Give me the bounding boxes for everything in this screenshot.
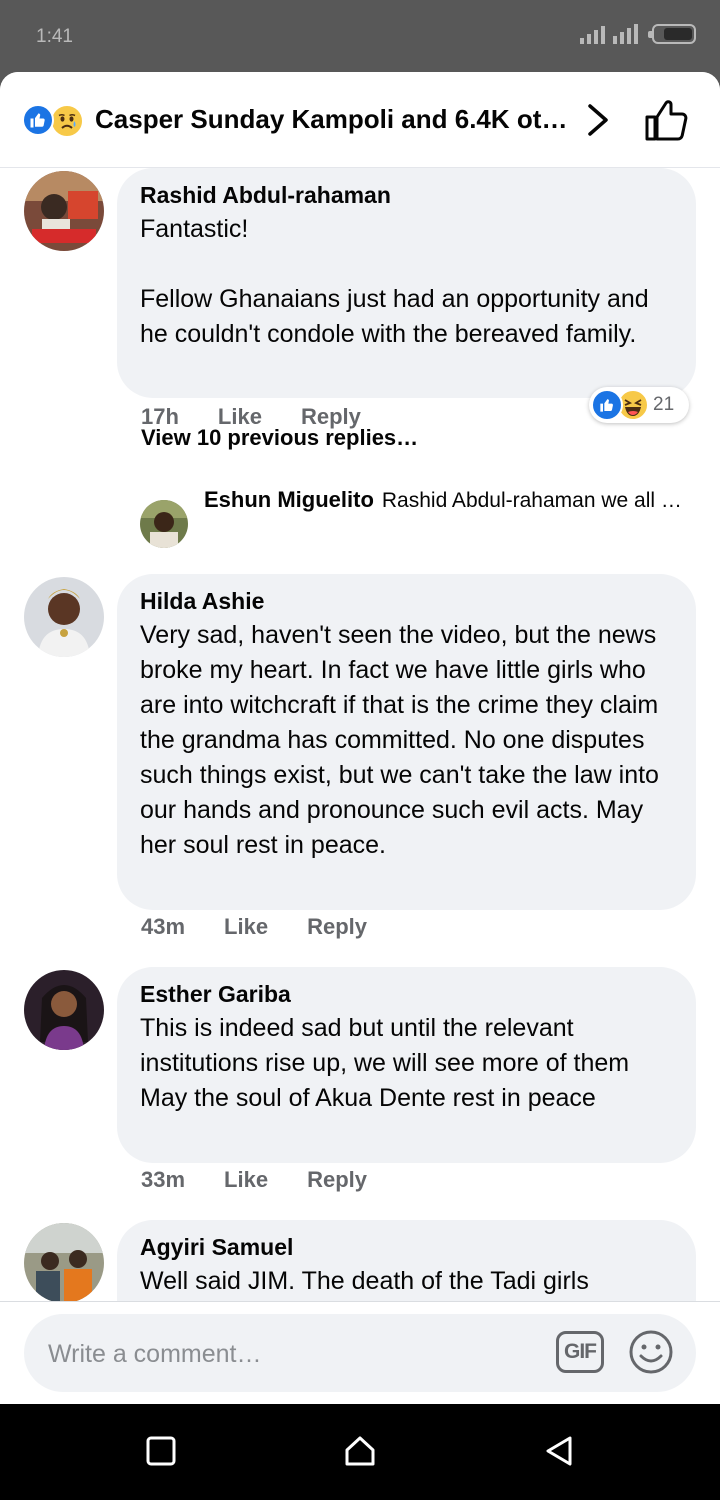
comment-author[interactable]: Rashid Abdul-rahaman bbox=[140, 181, 673, 209]
reactions-summary-title[interactable]: Casper Sunday Kampoli and 6.4K oth… bbox=[95, 104, 570, 135]
view-previous-replies-link[interactable]: View 10 previous replies… bbox=[141, 425, 418, 451]
comment-text: Fantastic! Fellow Ghanaians just had an … bbox=[140, 215, 649, 348]
comment-bubble[interactable]: Agyiri Samuel Well said JIM. The death o… bbox=[117, 1220, 696, 1301]
recents-square-icon[interactable] bbox=[144, 1434, 178, 1468]
status-bar: 1:41 bbox=[0, 0, 720, 72]
reply-button[interactable]: Reply bbox=[307, 914, 367, 940]
reactions-header: Casper Sunday Kampoli and 6.4K oth… bbox=[0, 72, 720, 168]
like-reaction-icon bbox=[591, 389, 623, 421]
avatar-esther[interactable] bbox=[24, 970, 104, 1050]
comment-time[interactable]: 43m bbox=[141, 914, 185, 940]
system-nav-bar bbox=[0, 1404, 720, 1500]
comments-sheet: Casper Sunday Kampoli and 6.4K oth… Rash… bbox=[0, 72, 720, 1404]
reaction-count: 21 bbox=[653, 394, 675, 415]
comment-input[interactable]: Write a comment… GIF bbox=[24, 1314, 696, 1392]
like-post-icon[interactable] bbox=[644, 98, 690, 142]
comment-author[interactable]: Hilda Ashie bbox=[140, 587, 673, 615]
comment-bubble[interactable]: Esther Gariba This is indeed sad but unt… bbox=[117, 967, 696, 1163]
battery-icon bbox=[648, 24, 696, 44]
comment-bubble[interactable]: Hilda Ashie Very sad, haven't seen the v… bbox=[117, 574, 696, 910]
header-reaction-icons[interactable] bbox=[22, 104, 88, 138]
reply-text: Rashid Abdul-rahaman we all … bbox=[381, 489, 682, 512]
comment-author[interactable]: Agyiri Samuel bbox=[140, 1233, 673, 1261]
sad-reaction-icon bbox=[50, 104, 84, 138]
like-reaction-icon bbox=[22, 104, 54, 136]
reply-author[interactable]: Eshun Miguelito bbox=[204, 487, 374, 512]
signal-icon bbox=[580, 22, 605, 44]
avatar-eshun[interactable] bbox=[140, 500, 188, 548]
comment-composer: Write a comment… GIF bbox=[0, 1301, 720, 1404]
status-time: 1:41 bbox=[36, 26, 73, 47]
status-icons bbox=[580, 22, 696, 44]
comment-time[interactable]: 33m bbox=[141, 1167, 185, 1193]
comment-actions: 43m Like Reply bbox=[141, 914, 406, 940]
comment-text: Well said JIM. The death of the Tadi gir… bbox=[140, 1267, 589, 1295]
smiley-icon[interactable] bbox=[628, 1329, 674, 1375]
comments-list: Rashid Abdul-rahaman Fantastic! Fellow G… bbox=[0, 168, 720, 1301]
comment-text: Very sad, haven't seen the video, but th… bbox=[140, 621, 659, 859]
comment-reactions[interactable]: 21 bbox=[589, 387, 689, 423]
like-button[interactable]: Like bbox=[224, 914, 268, 940]
like-button[interactable]: Like bbox=[224, 1167, 268, 1193]
avatar-hilda[interactable] bbox=[24, 577, 104, 657]
comment-bubble[interactable]: Rashid Abdul-rahaman Fantastic! Fellow G… bbox=[117, 168, 696, 398]
avatar-agyiri[interactable] bbox=[24, 1223, 104, 1301]
battery-fill bbox=[664, 28, 692, 40]
comment-text: This is indeed sad but until the relevan… bbox=[140, 1014, 630, 1112]
signal-icon-2 bbox=[613, 22, 638, 44]
comment-input-placeholder: Write a comment… bbox=[48, 1340, 262, 1368]
gif-button[interactable]: GIF bbox=[556, 1331, 604, 1373]
reply-preview[interactable]: Eshun Miguelito Rashid Abdul-rahaman we a… bbox=[204, 487, 694, 513]
comment-author[interactable]: Esther Gariba bbox=[140, 980, 673, 1008]
avatar-rashid[interactable] bbox=[24, 171, 104, 251]
chevron-right-icon[interactable] bbox=[584, 102, 612, 138]
back-triangle-icon[interactable] bbox=[542, 1434, 576, 1468]
home-icon[interactable] bbox=[343, 1434, 377, 1468]
comment-actions: 33m Like Reply bbox=[141, 1167, 406, 1193]
reply-button[interactable]: Reply bbox=[307, 1167, 367, 1193]
